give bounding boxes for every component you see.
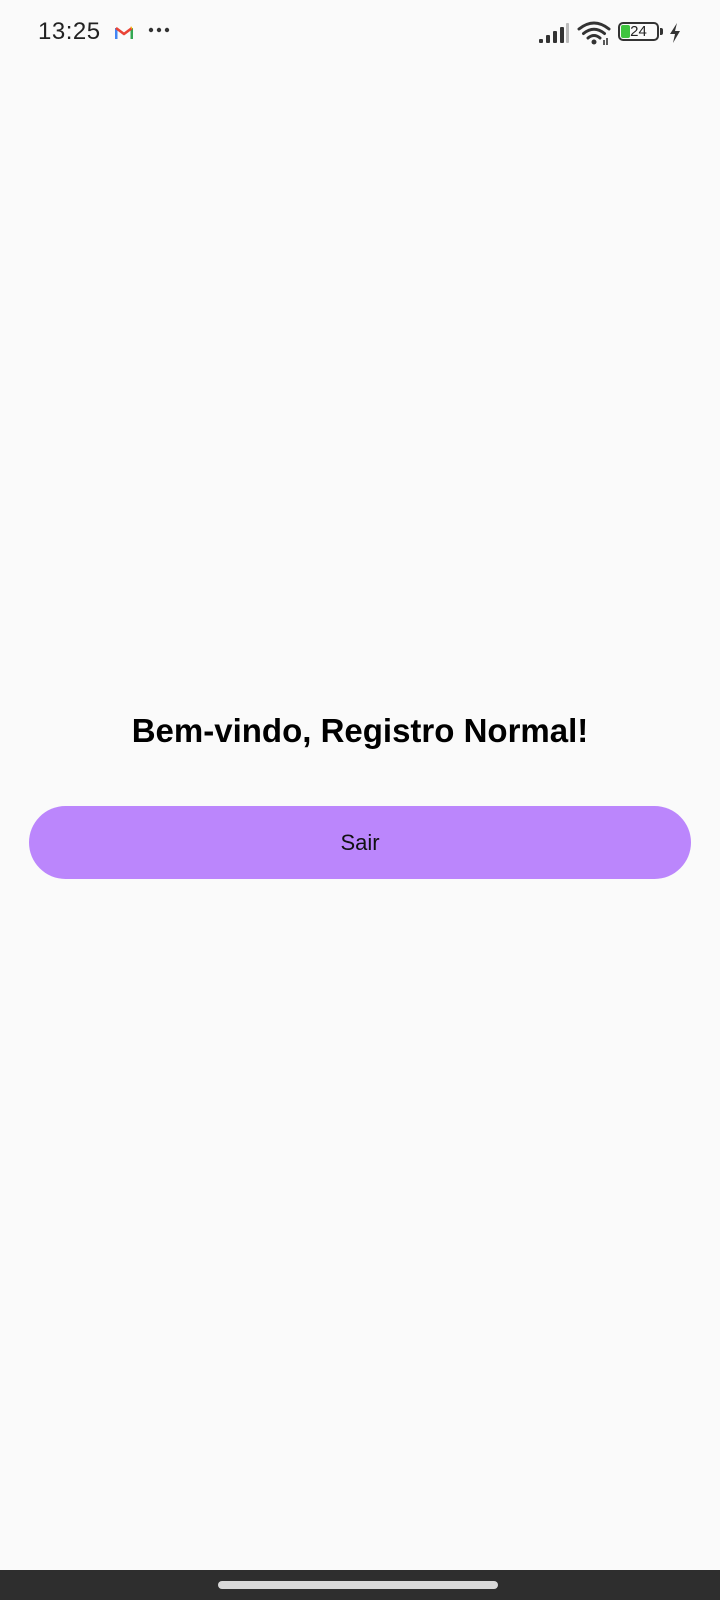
logout-button[interactable]: Sair xyxy=(29,806,691,879)
wifi-icon xyxy=(577,21,611,45)
home-indicator[interactable] xyxy=(218,1581,498,1589)
battery-level: 24 xyxy=(630,23,647,40)
status-time: 13:25 xyxy=(38,18,101,45)
navigation-bar xyxy=(0,1570,720,1600)
charging-icon xyxy=(670,23,680,43)
signal-icon xyxy=(539,23,569,43)
welcome-title: Bem-vindo, Registro Normal! xyxy=(131,712,589,749)
status-bar: 13:25 24 xyxy=(0,0,720,68)
more-icon xyxy=(148,27,170,33)
gmail-icon xyxy=(115,26,133,39)
battery-icon: 24 xyxy=(618,22,668,44)
